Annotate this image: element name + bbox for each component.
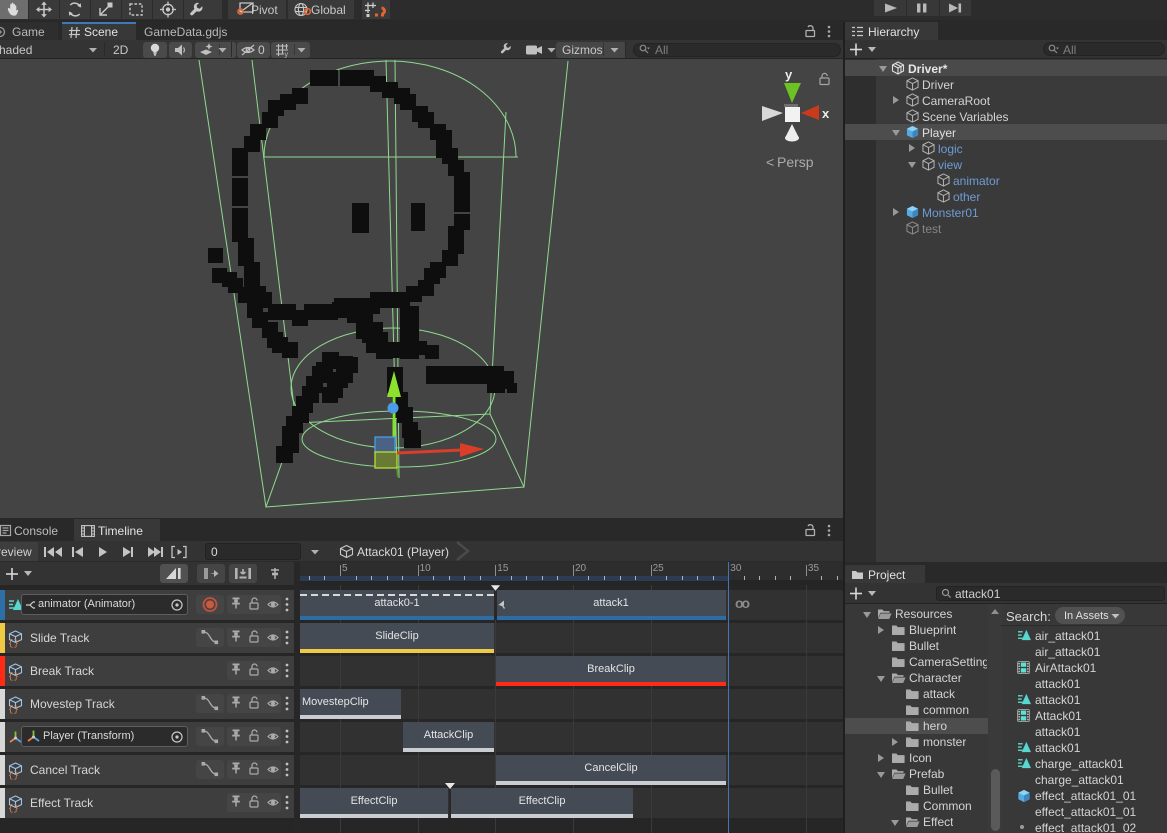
svg-text:Global: Global	[311, 3, 346, 17]
svg-text:{}: {}	[8, 639, 19, 649]
svg-text:y: y	[785, 67, 793, 82]
svg-text:x: x	[822, 106, 830, 121]
svg-text:{}: {}	[8, 672, 19, 682]
svg-text:Pivot: Pivot	[251, 3, 278, 17]
svg-text:Persp: Persp	[777, 154, 814, 170]
svg-text:y: y	[285, 52, 289, 59]
svg-text:{}: {}	[8, 771, 19, 781]
svg-text:{}: {}	[8, 804, 19, 814]
svg-text:{}: {}	[8, 705, 19, 715]
svg-text:<: <	[766, 154, 774, 170]
